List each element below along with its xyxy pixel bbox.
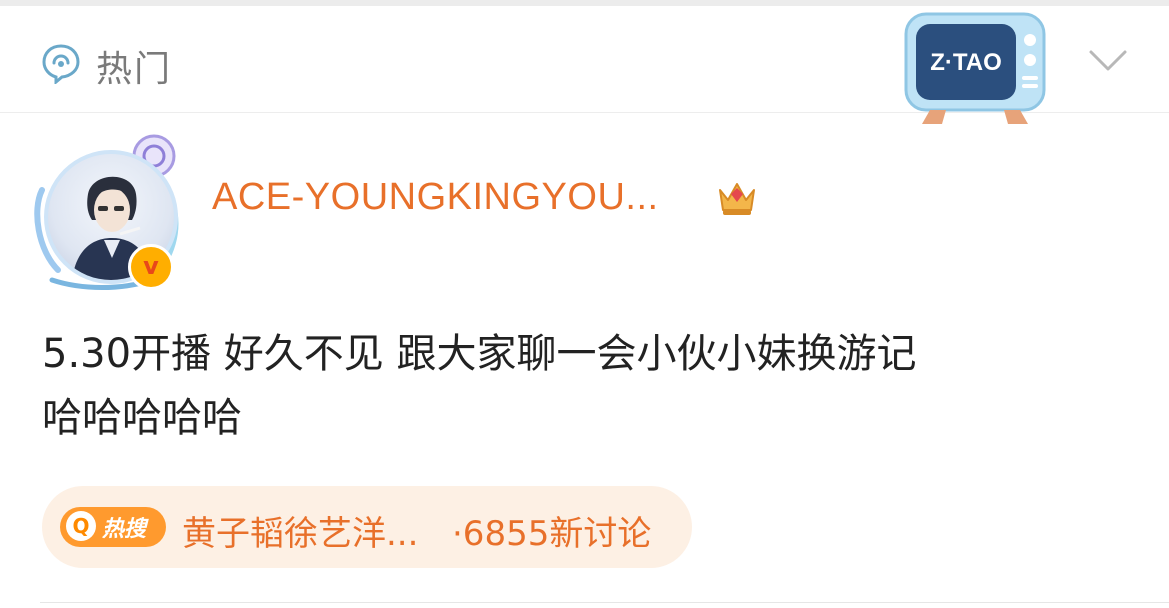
post-text: 5.30开播 好久不见 跟大家聊一会小伙小妹换游记 哈哈哈哈哈 [42, 322, 1132, 450]
topic-name: 黄子韬徐艺洋... [182, 514, 419, 554]
hot-search-tag: Q 热搜 [60, 507, 166, 547]
crown-icon[interactable] [714, 174, 760, 220]
username[interactable]: ACE-YOUNGKINGYOU... [212, 176, 659, 219]
post-text-line-2: 哈哈哈哈哈 [42, 395, 242, 441]
bottom-divider [40, 602, 1169, 603]
feed-header: 热门 Z·TAO [0, 6, 1169, 124]
section-title[interactable]: 热门 [96, 40, 172, 92]
topic-discussion-count: ·6855新讨论 [452, 514, 652, 554]
chevron-down-icon[interactable] [1088, 48, 1128, 74]
search-icon: Q [66, 511, 96, 541]
tv-mascot-icon[interactable]: Z·TAO [902, 10, 1048, 128]
avatar[interactable]: v [32, 130, 182, 290]
hot-feed-icon [42, 44, 80, 84]
mascot-logo-text: Z·TAO [930, 49, 1002, 76]
post-text-line-1: 5.30开播 好久不见 跟大家聊一会小伙小妹换游记 [42, 331, 917, 377]
hot-search-topic-chip[interactable]: Q 热搜 黄子韬徐艺洋... ·6855新讨论 [42, 486, 692, 568]
hot-search-tag-label: 热搜 [102, 517, 147, 542]
v-verified-icon: v [128, 244, 174, 290]
